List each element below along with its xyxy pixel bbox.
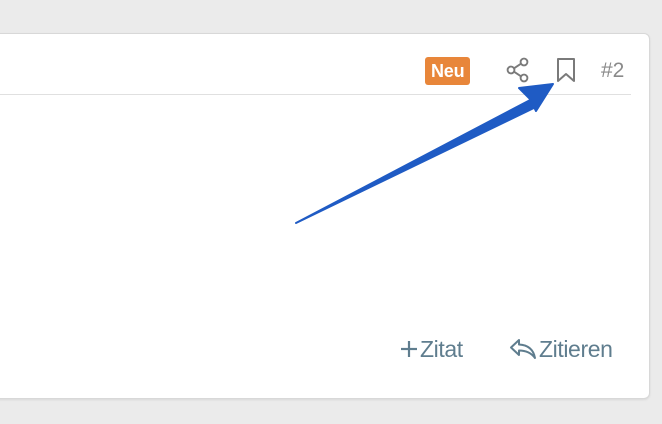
bookmark-icon bbox=[557, 58, 575, 82]
reply-icon bbox=[509, 337, 537, 361]
post-number-link[interactable]: #2 bbox=[601, 58, 624, 84]
plus-icon bbox=[400, 340, 418, 358]
post-card: Neu #2 Zitat Zitieren bbox=[0, 33, 650, 399]
share-button[interactable] bbox=[504, 56, 532, 84]
quote-reply-button[interactable]: Zitieren bbox=[509, 334, 613, 364]
share-icon bbox=[506, 57, 529, 83]
post-header: Neu #2 bbox=[0, 34, 631, 95]
new-badge: Neu bbox=[425, 57, 471, 85]
bookmark-button[interactable] bbox=[552, 56, 580, 84]
add-quote-label: Zitat bbox=[420, 335, 463, 362]
add-quote-button[interactable]: Zitat bbox=[400, 334, 463, 364]
quote-label: Zitieren bbox=[539, 335, 613, 362]
